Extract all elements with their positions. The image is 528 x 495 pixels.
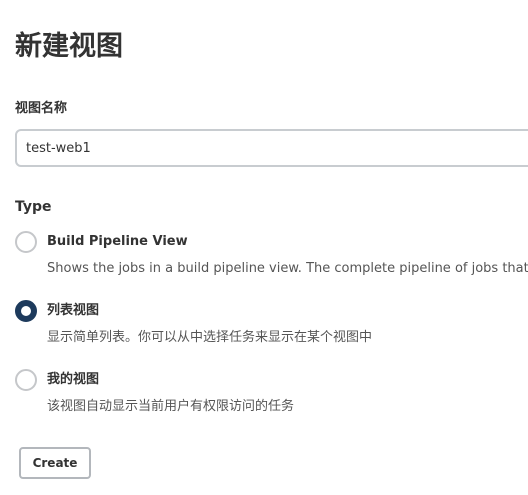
radio-button-unchecked[interactable] <box>15 231 37 253</box>
option-description: 该视图自动显示当前用户有权限访问的任务 <box>47 399 295 414</box>
radio-button-checked[interactable] <box>15 300 37 322</box>
page-title: 新建视图 <box>15 31 123 62</box>
option-description: Shows the jobs in a build pipeline view.… <box>47 261 528 276</box>
option-title: 列表视图 <box>47 303 100 318</box>
view-name-label: 视图名称 <box>15 101 68 116</box>
view-name-input[interactable] <box>15 129 528 167</box>
create-button[interactable]: Create <box>19 447 91 479</box>
option-title: 我的视图 <box>47 372 100 387</box>
new-view-page: 新建视图 视图名称 Type Build Pipeline View Shows… <box>0 0 528 495</box>
type-label: Type <box>15 199 52 215</box>
option-title: Build Pipeline View <box>47 234 188 249</box>
radio-button-unchecked[interactable] <box>15 369 37 391</box>
option-description: 显示简单列表。你可以从中选择任务来显示在某个视图中 <box>47 330 373 345</box>
